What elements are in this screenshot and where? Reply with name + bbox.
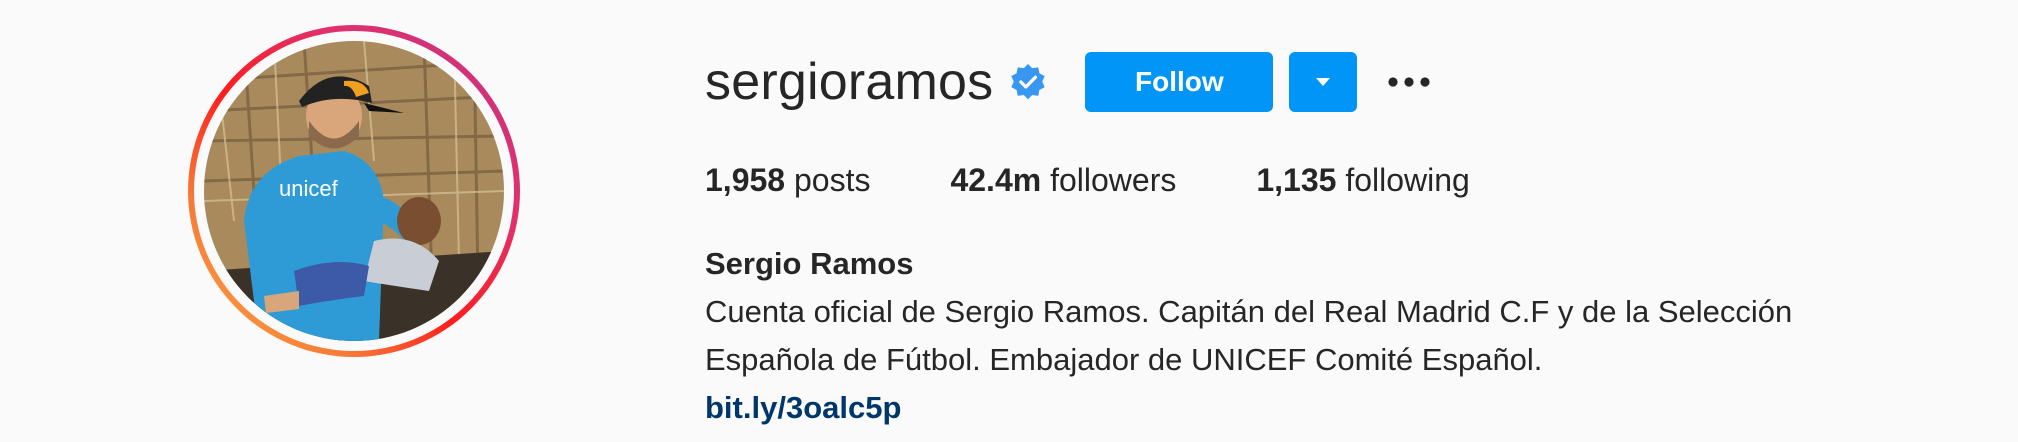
username: sergioramos — [705, 53, 994, 111]
posts-count: 1,958 — [705, 162, 786, 198]
suggested-dropdown-button[interactable] — [1289, 52, 1358, 112]
posts-label: posts — [793, 162, 871, 198]
story-ring[interactable]: unicef — [188, 25, 520, 357]
following-stat[interactable]: 1,135 following — [1256, 160, 1469, 200]
caret-down-icon — [1316, 78, 1331, 86]
profile-title-row: sergioramos Follow — [705, 50, 1439, 114]
verified-badge-icon — [1011, 63, 1046, 100]
ellipsis-icon — [1388, 77, 1430, 87]
full-name: Sergio Ramos — [705, 246, 914, 281]
profile-avatar[interactable]: unicef — [204, 41, 504, 341]
following-label: following — [1345, 162, 1470, 198]
profile-bio: Sergio Ramos Cuenta oficial de Sergio Ra… — [705, 240, 1792, 432]
profile-photo: unicef — [204, 41, 504, 341]
posts-stat: 1,958 posts — [705, 160, 870, 200]
svg-text:unicef: unicef — [279, 176, 339, 201]
followers-stat[interactable]: 42.4m followers — [950, 160, 1176, 200]
profile-header: unicef sergioramos Follow 1,958 posts 42… — [0, 0, 2018, 442]
following-count: 1,135 — [1256, 162, 1337, 198]
bio-external-link[interactable]: bit.ly/3oalc5p — [705, 384, 1792, 432]
profile-stats: 1,958 posts 42.4m followers 1,135 follow… — [705, 160, 1550, 200]
followers-count: 42.4m — [950, 162, 1042, 198]
follow-button[interactable]: Follow — [1085, 52, 1274, 112]
bio-text-line-1: Cuenta oficial de Sergio Ramos. Capitán … — [705, 294, 1793, 329]
more-options-button[interactable] — [1379, 52, 1439, 112]
bio-text-line-2: Española de Fútbol. Embajador de UNICEF … — [705, 342, 1543, 377]
followers-label: followers — [1050, 162, 1177, 198]
